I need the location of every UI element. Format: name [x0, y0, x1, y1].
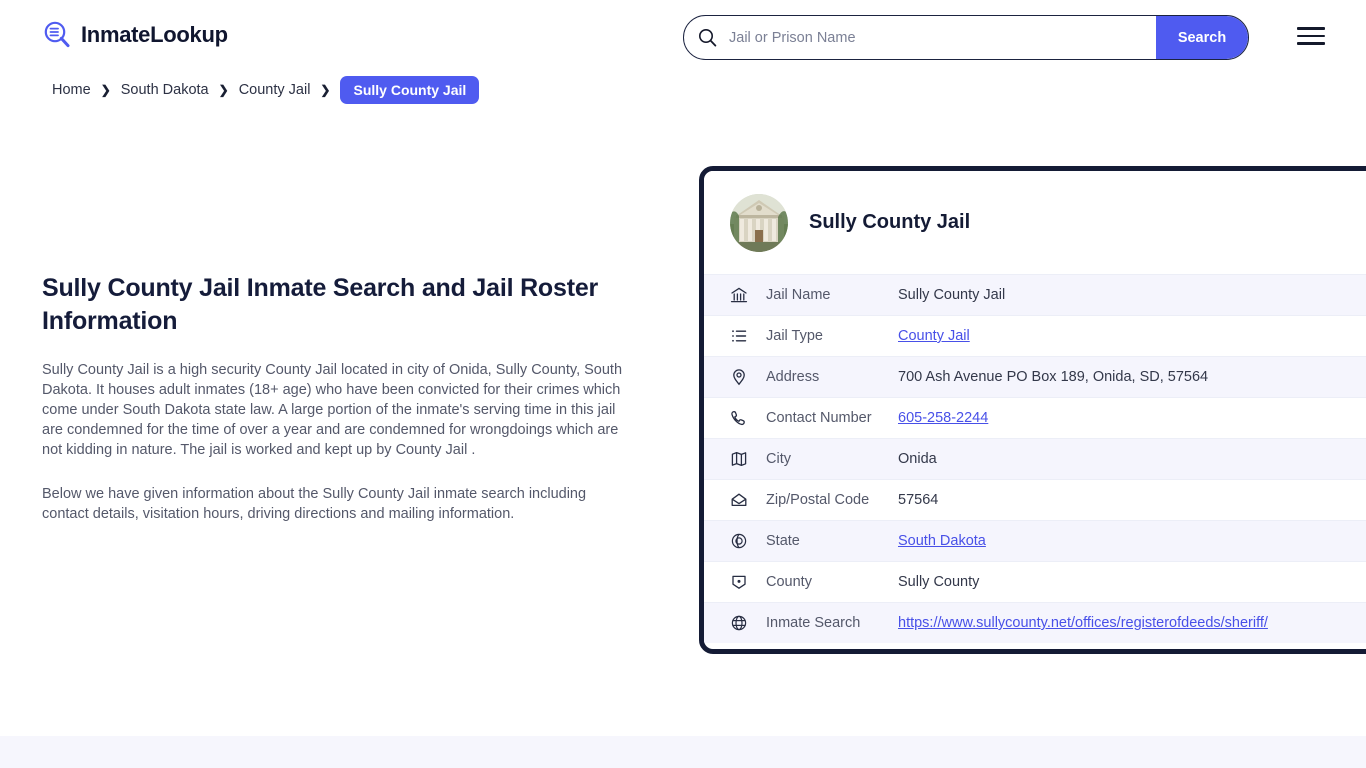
row-label: State	[766, 533, 800, 549]
row-value: 605-258-2244	[898, 410, 988, 426]
bank-icon	[729, 285, 749, 305]
breadcrumb-item-county-jail[interactable]: County Jail	[237, 82, 313, 98]
site-logo[interactable]: InmateLookup	[42, 20, 228, 50]
row-label: Address	[766, 369, 820, 385]
row-value: South Dakota	[898, 533, 986, 549]
row-value: 57564	[898, 492, 939, 508]
breadcrumb-separator: ❯	[100, 83, 111, 97]
row-label: Contact Number	[766, 410, 872, 426]
search-input[interactable]	[717, 16, 1156, 59]
state-link[interactable]: South Dakota	[898, 533, 986, 549]
search-icon	[698, 28, 717, 47]
breadcrumb-item-home[interactable]: Home	[50, 82, 93, 98]
table-row: Zip/Postal Code 57564	[704, 479, 1366, 520]
row-label: Jail Name	[766, 287, 831, 303]
row-value: Sully County Jail	[898, 287, 1006, 303]
list-icon	[729, 326, 749, 346]
inmate-search-link[interactable]: https://www.sullycounty.net/offices/regi…	[898, 615, 1268, 631]
burger-line	[1297, 42, 1325, 45]
burger-line	[1297, 34, 1325, 38]
table-row: Jail Type County Jail	[704, 315, 1366, 356]
card-title: Sully County Jail	[809, 211, 971, 233]
globe-pin-icon	[729, 531, 749, 551]
county-icon	[729, 572, 749, 592]
magnifier-list-icon	[42, 20, 72, 50]
table-row: Address 700 Ash Avenue PO Box 189, Onida…	[704, 356, 1366, 397]
jail-info-card: Sully County Jail Jail Name Sully County…	[699, 166, 1366, 654]
breadcrumb: Home ❯ South Dakota ❯ County Jail ❯ Sull…	[50, 76, 480, 104]
row-label: County	[766, 574, 812, 590]
row-value: Sully County	[898, 574, 980, 590]
envelope-icon	[729, 490, 749, 510]
hamburger-menu-icon[interactable]	[1297, 25, 1325, 47]
row-value: 700 Ash Avenue PO Box 189, Onida, SD, 57…	[898, 369, 1209, 385]
table-row: State South Dakota	[704, 520, 1366, 561]
avatar	[730, 193, 788, 252]
row-label: City	[766, 451, 791, 467]
table-row: City Onida	[704, 438, 1366, 479]
globe-icon	[729, 613, 749, 633]
page-title: Sully County Jail Inmate Search and Jail…	[42, 274, 599, 335]
main-content: Sully County Jail Inmate Search and Jail…	[42, 272, 642, 524]
contact-number-link[interactable]: 605-258-2244	[898, 410, 988, 426]
map-pin-icon	[729, 367, 749, 387]
secondary-paragraph: Below we have given information about th…	[42, 486, 587, 522]
row-label: Zip/Postal Code	[766, 492, 870, 508]
table-row: County Sully County	[704, 561, 1366, 602]
intro-paragraph: Sully County Jail is a high security Cou…	[42, 362, 623, 458]
row-value: County Jail	[898, 328, 970, 344]
breadcrumb-separator: ❯	[320, 83, 331, 97]
row-label: Jail Type	[766, 328, 823, 344]
card-header: Sully County Jail	[704, 171, 1366, 274]
logo-text: InmateLookup	[81, 22, 228, 47]
site-header: InmateLookup Search	[0, 0, 1366, 74]
breadcrumb-item-current: Sully County Jail	[340, 76, 480, 104]
table-row: Inmate Search https://www.sullycounty.ne…	[704, 602, 1366, 643]
breadcrumb-item-south-dakota[interactable]: South Dakota	[119, 82, 211, 98]
row-value: Onida	[898, 451, 937, 467]
phone-icon	[729, 408, 749, 428]
search-bar[interactable]: Search	[683, 15, 1249, 60]
table-row: Contact Number 605-258-2244	[704, 397, 1366, 438]
footer-strip	[0, 736, 1366, 768]
jail-type-link[interactable]: County Jail	[898, 328, 970, 344]
burger-line	[1297, 27, 1325, 30]
table-row: Jail Name Sully County Jail	[704, 274, 1366, 315]
map-icon	[729, 449, 749, 469]
row-label: Inmate Search	[766, 615, 861, 631]
row-value: https://www.sullycounty.net/offices/regi…	[898, 615, 1268, 631]
breadcrumb-separator: ❯	[218, 83, 229, 97]
search-button[interactable]: Search	[1156, 16, 1248, 59]
